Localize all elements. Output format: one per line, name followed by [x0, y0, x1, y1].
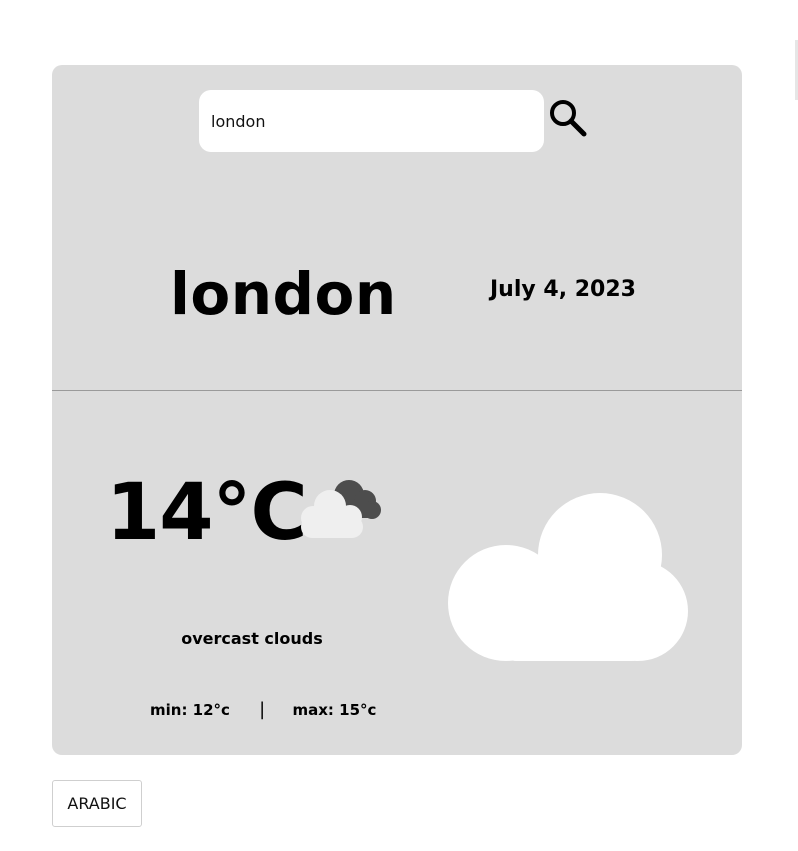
overcast-cloud-icon: [301, 480, 381, 538]
search-input[interactable]: [199, 90, 544, 152]
weather-description: overcast clouds: [181, 629, 323, 648]
search-icon: [550, 100, 587, 137]
language-toggle-button[interactable]: ARABIC: [52, 780, 142, 827]
min-temperature: min: 12°c: [150, 701, 230, 719]
min-max-separator: |: [259, 699, 266, 720]
current-date: July 4, 2023: [490, 277, 636, 302]
weather-card: london July 4, 2023 14°C: [52, 65, 742, 755]
temperature: 14°C: [106, 468, 308, 558]
section-divider: [52, 390, 742, 391]
cloud-icon: [448, 493, 688, 661]
search-button[interactable]: [548, 98, 590, 140]
city-name: london: [170, 260, 397, 328]
min-max-temperature: min: 12°c | max: 15°c: [150, 699, 376, 720]
weather-app: london July 4, 2023 14°C: [0, 0, 798, 851]
max-temperature: max: 15°c: [292, 701, 377, 719]
